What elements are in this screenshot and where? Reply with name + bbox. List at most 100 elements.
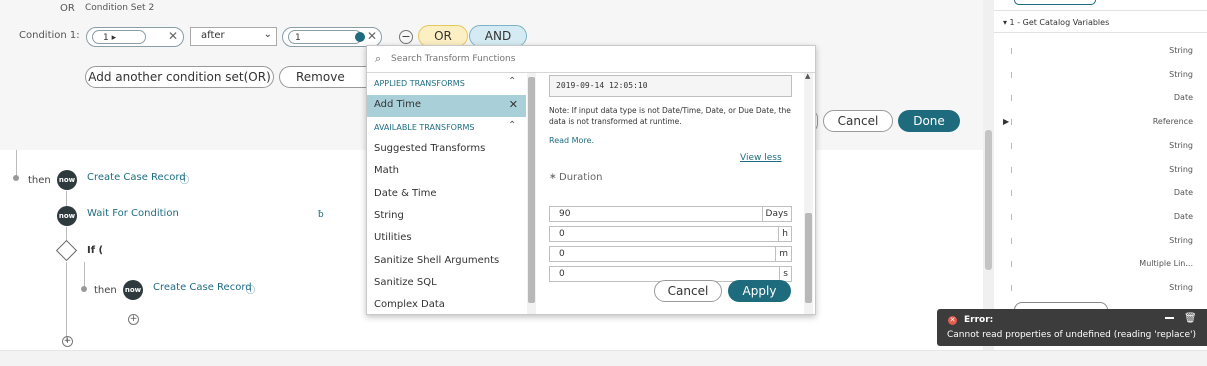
row-indent-mark xyxy=(1011,142,1012,149)
duration-field[interactable]: 0h xyxy=(549,226,792,242)
step-create-case-record[interactable]: Create Case Record xyxy=(87,172,186,183)
row-indent-mark xyxy=(1011,261,1012,268)
duration-unit: h xyxy=(778,227,791,241)
search-icon: ⌕ xyxy=(375,52,382,65)
data-pill-icon[interactable]: ƀ xyxy=(318,210,324,220)
info-icon[interactable]: ⓘ xyxy=(246,283,255,296)
data-type-label[interactable]: String xyxy=(1169,70,1193,79)
step-wait-for-condition[interactable]: Wait For Condition xyxy=(87,208,179,219)
divider xyxy=(994,32,1207,33)
apply-button[interactable]: Apply xyxy=(728,280,791,302)
transform-cancel-button[interactable]: Cancel xyxy=(654,280,722,302)
row-indent-mark xyxy=(1011,71,1012,78)
compare-value-pill[interactable]: 1 ✕ xyxy=(282,27,382,47)
data-type-label[interactable]: Date xyxy=(1174,93,1193,102)
data-type-label[interactable]: Reference xyxy=(1153,117,1193,126)
row-indent-mark xyxy=(1011,285,1012,291)
data-type-label[interactable]: String xyxy=(1169,283,1193,292)
duration-field[interactable]: 90 Days xyxy=(549,206,792,222)
error-title: Error: xyxy=(964,315,994,325)
connector-line xyxy=(66,262,67,342)
duration-label: Duration xyxy=(559,172,603,183)
transform-item[interactable]: Sanitize SQL xyxy=(374,277,437,288)
info-icon[interactable]: ⓘ xyxy=(180,173,189,186)
connector-line xyxy=(16,150,17,178)
clear-field-icon[interactable]: ✕ xyxy=(168,29,178,43)
applied-transform-item[interactable]: Add Time ✕ xyxy=(367,95,526,117)
read-more-link[interactable]: Read More. xyxy=(549,136,594,145)
step-create-case-record-2[interactable]: Create Case Record xyxy=(153,282,252,293)
error-icon: ✕ xyxy=(948,316,957,325)
and-toggle-button[interactable]: AND xyxy=(469,25,527,47)
remove-transform-icon[interactable]: ✕ xyxy=(509,98,518,111)
duration-value: 90 xyxy=(559,209,571,219)
now-badge: now xyxy=(57,170,77,190)
clear-compare-icon[interactable]: ✕ xyxy=(367,29,377,43)
minimize-icon[interactable] xyxy=(1165,317,1174,319)
connector-dot xyxy=(13,175,19,181)
transform-item[interactable]: Suggested Transforms xyxy=(374,143,485,154)
duration-unit: m xyxy=(775,247,791,261)
operator-value: after xyxy=(201,30,225,41)
panel-button-edge[interactable] xyxy=(1014,0,1096,5)
chevron-down-icon: ⌄ xyxy=(263,29,272,40)
transform-item[interactable]: Sanitize Shell Arguments xyxy=(374,255,499,266)
if-label[interactable]: If ( xyxy=(87,245,103,256)
add-step-icon[interactable]: + xyxy=(128,314,139,325)
remove-condition-set-button[interactable]: Remove cond xyxy=(279,66,369,88)
expand-arrow-icon[interactable]: ▶ xyxy=(1003,117,1009,126)
add-step-icon[interactable]: + xyxy=(62,336,73,347)
operator-select[interactable]: after ⌄ xyxy=(190,27,277,46)
then-label-2: then xyxy=(94,285,117,296)
collapse-icon[interactable]: ⌃ xyxy=(508,76,516,87)
row-indent-mark xyxy=(1011,237,1012,244)
duration-unit: s xyxy=(779,267,791,281)
cancel-condition-button[interactable]: Cancel xyxy=(823,110,893,132)
if-branch-icon xyxy=(55,239,78,262)
add-condition-set-button[interactable]: Add another condition set(OR) xyxy=(85,66,274,88)
field-value: 1 ▸ xyxy=(92,30,146,44)
remove-condition-icon[interactable]: − xyxy=(399,30,413,44)
note-text: Note: If input data type is not Date/Tim… xyxy=(549,106,791,126)
duration-value: 0 xyxy=(559,269,565,279)
data-section-title[interactable]: ▾ 1 - Get Catalog Variables xyxy=(1003,18,1109,27)
main-scrollbar[interactable] xyxy=(983,0,994,350)
transform-functions-popup: ⌕ APPLIED TRANSFORMS ⌃ Add Time ✕ AVAILA… xyxy=(366,45,816,315)
datetime-value: 2019-09-14 12:05:10 xyxy=(556,81,648,90)
row-indent-mark xyxy=(1011,166,1012,173)
data-type-label[interactable]: Multiple Lin... xyxy=(1139,259,1193,268)
transform-item[interactable]: Math xyxy=(374,165,399,176)
trash-icon[interactable]: 🗑 xyxy=(1184,313,1197,324)
datetime-preview: 2019-09-14 12:05:10 xyxy=(549,75,792,97)
data-type-label[interactable]: String xyxy=(1169,236,1193,245)
transform-item[interactable]: Date & Time xyxy=(374,188,437,199)
duration-value: 0 xyxy=(559,229,565,239)
row-indent-mark xyxy=(1011,48,1012,54)
list-scrollbar[interactable] xyxy=(527,73,536,314)
data-pill-icon[interactable] xyxy=(355,32,365,42)
now-badge: now xyxy=(123,280,143,300)
duration-value: 0 xyxy=(559,249,565,259)
view-less-link[interactable]: View less xyxy=(740,153,782,163)
transform-item[interactable]: Utilities xyxy=(374,232,412,243)
search-input[interactable] xyxy=(389,50,813,68)
data-panel: ▾ 1 - Get Catalog Variables String String… xyxy=(994,0,1207,350)
then-label-1: then xyxy=(28,175,51,186)
data-type-label[interactable]: Date xyxy=(1174,188,1193,197)
collapse-icon[interactable]: ⌃ xyxy=(508,120,516,131)
transform-item[interactable]: Complex Data xyxy=(374,299,445,310)
applied-item-label: Add Time xyxy=(374,99,422,110)
condition-set-title: Condition Set 2 xyxy=(85,3,155,13)
detail-scrollbar[interactable]: ▲ xyxy=(804,72,813,314)
duration-field[interactable]: 0m xyxy=(549,246,792,262)
done-button[interactable]: Done xyxy=(898,110,960,132)
data-type-label[interactable]: String xyxy=(1169,141,1193,150)
divider xyxy=(994,10,1207,11)
transform-item[interactable]: String xyxy=(374,210,404,221)
data-type-label[interactable]: String xyxy=(1169,165,1193,174)
data-type-label[interactable]: Date xyxy=(1174,212,1193,221)
or-toggle-button[interactable]: OR xyxy=(418,25,468,47)
condition-field-pill[interactable]: 1 ▸ ✕ xyxy=(86,27,184,47)
compare-value: 1 xyxy=(288,30,362,44)
data-type-label[interactable]: String xyxy=(1169,46,1193,55)
